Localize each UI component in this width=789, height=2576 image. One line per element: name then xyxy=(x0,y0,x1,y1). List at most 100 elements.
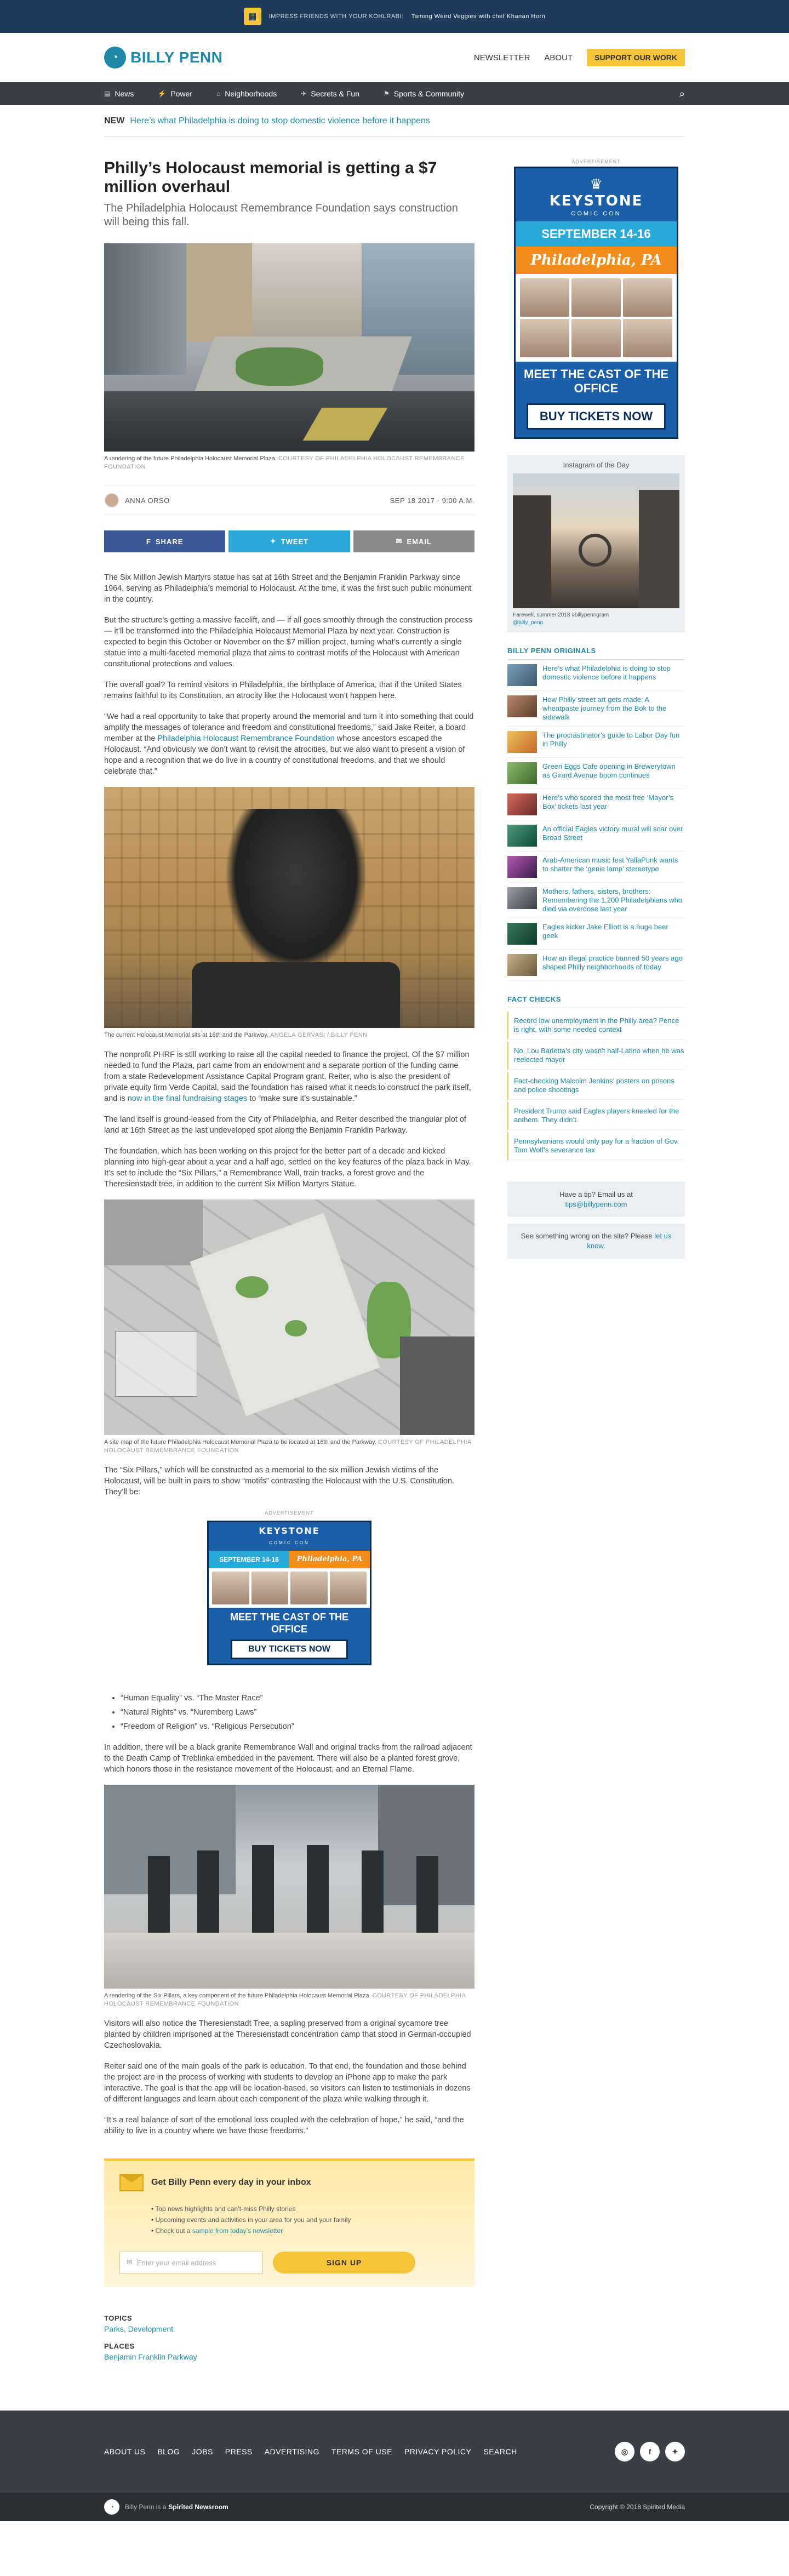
nav-item-sports-community[interactable]: ⚑ Sports & Community xyxy=(384,89,464,98)
hero-image xyxy=(104,243,474,452)
ad-buy-button[interactable]: BUY TICKETS NOW xyxy=(231,1640,348,1659)
fundraising-link[interactable]: now in the final fundraising stages xyxy=(128,1094,247,1103)
nav-item-secrets-fun[interactable]: ✈ Secrets & Fun xyxy=(301,89,359,98)
sign-up-button[interactable]: SIGN UP xyxy=(273,2252,415,2274)
footer-link-blog[interactable]: BLOG xyxy=(157,2447,180,2456)
originals-link[interactable]: An official Eagles victory mural will so… xyxy=(542,825,685,847)
email-placeholder: Enter your email address xyxy=(136,2258,216,2267)
footer-link-terms[interactable]: TERMS OF USE xyxy=(331,2447,392,2456)
phrf-link[interactable]: Philadelphia Holocaust Remembrance Found… xyxy=(158,734,335,743)
newsletter-link[interactable]: NEWSLETTER xyxy=(474,53,530,62)
topics-link[interactable]: Parks, Development xyxy=(104,2324,173,2333)
email-share-button[interactable]: ✉ EMAIL xyxy=(353,530,474,552)
site-map-figure: A site map of the future Philadelphia Ho… xyxy=(104,1200,474,1455)
ad-label: ADVERTISEMENT xyxy=(265,1510,314,1516)
footer-link-press[interactable]: PRESS xyxy=(225,2447,253,2456)
sample-newsletter-link[interactable]: sample from today’s newsletter xyxy=(192,2227,283,2235)
site-logo[interactable]: ◔ BILLY PENN xyxy=(104,47,222,68)
list-item[interactable]: President Trump said Eagles players knee… xyxy=(507,1102,685,1130)
twitter-icon: ✦ xyxy=(270,537,277,545)
footer-link-search[interactable]: SEARCH xyxy=(483,2447,517,2456)
author[interactable]: ANNA ORSO xyxy=(104,493,170,508)
originals-link[interactable]: Green Eggs Cafe opening in Brewerytown a… xyxy=(542,762,685,784)
paragraph: The Six Million Jewish Martyrs statue ha… xyxy=(104,573,472,604)
fact-check-link[interactable]: No, Lou Barletta’s city wasn’t half-Lati… xyxy=(514,1047,684,1064)
list-item[interactable]: Here’s who scored the most free ‘Mayor’s… xyxy=(507,789,685,820)
promo-kicker: IMPRESS FRIENDS WITH YOUR KOHLRABI: xyxy=(268,13,404,20)
article-dek: The Philadelphia Holocaust Remembrance F… xyxy=(104,202,458,228)
list-item[interactable]: An official Eagles victory mural will so… xyxy=(507,820,685,852)
list-item[interactable]: Eagles kicker Jake Elliott is a huge bee… xyxy=(507,918,685,950)
instagram-of-the-day: Instagram of the Day Farewell, summer 20… xyxy=(507,455,685,632)
ad-buy-button[interactable]: BUY TICKETS NOW xyxy=(527,403,666,430)
originals-title: BILLY PENN ORIGINALS xyxy=(507,647,685,660)
about-link[interactable]: ABOUT xyxy=(544,53,573,62)
facebook-icon: f xyxy=(146,537,151,546)
fact-check-link[interactable]: Fact-checking Malcolm Jenkins’ posters o… xyxy=(514,1077,674,1094)
ad-dates: SEPTEMBER 14-16 xyxy=(516,221,677,247)
support-button[interactable]: SUPPORT OUR WORK xyxy=(587,49,685,66)
facebook-share-button[interactable]: f SHARE xyxy=(104,530,226,552)
list-item[interactable]: How Philly street art gets made: A wheat… xyxy=(507,691,685,727)
paragraph: The foundation, which has been working o… xyxy=(104,1147,471,1189)
fact-check-link[interactable]: Record low unemployment in the Philly ar… xyxy=(514,1016,679,1033)
list-item[interactable]: Record low unemployment in the Philly ar… xyxy=(507,1012,685,1039)
instagram-icon[interactable]: ◎ xyxy=(615,2442,634,2461)
originals-link[interactable]: Eagles kicker Jake Elliott is a huge bee… xyxy=(542,923,685,945)
tip-email-link[interactable]: tips@billypenn.com xyxy=(565,1200,627,1208)
fact-check-link[interactable]: Pennsylvanians would only pay for a frac… xyxy=(514,1137,679,1154)
caption-text: A rendering of the Six Pillars, a key co… xyxy=(104,1992,371,1999)
inline-ad[interactable]: ADVERTISEMENT KEYSTONE COMIC CON SEPTEMB… xyxy=(207,1507,371,1665)
list-item[interactable]: No, Lou Barletta’s city wasn’t half-Lati… xyxy=(507,1042,685,1070)
footer-link-about[interactable]: ABOUT US xyxy=(104,2447,145,2456)
instagram-handle-link[interactable]: @billy_penn xyxy=(513,620,543,626)
list-item[interactable]: The procrastinator’s guide to Labor Day … xyxy=(507,727,685,758)
twitter-share-button[interactable]: ✦ TWEET xyxy=(228,530,350,552)
places-link[interactable]: Benjamin Franklin Parkway xyxy=(104,2352,197,2361)
keystone-comic-con-ad[interactable]: KEYSTONE COMIC CON SEPTEMBER 14-16 Phila… xyxy=(207,1521,371,1665)
footer-link-privacy[interactable]: PRIVACY POLICY xyxy=(404,2447,471,2456)
paragraph: The land itself is ground-leased from th… xyxy=(104,1115,466,1135)
list-item[interactable]: Pennsylvanians would only pay for a frac… xyxy=(507,1132,685,1160)
list-item[interactable]: Mothers, fathers, sisters, brothers: Rem… xyxy=(507,883,685,918)
paragraph: Reiter said one of the main goals of the… xyxy=(104,2062,471,2104)
thumbnail xyxy=(507,695,537,717)
billy-penn-logo-icon[interactable]: ◔ xyxy=(104,2499,119,2515)
fact-check-link[interactable]: President Trump said Eagles players knee… xyxy=(514,1107,679,1124)
list-item[interactable]: Green Eggs Cafe opening in Brewerytown a… xyxy=(507,758,685,789)
share-label: TWEET xyxy=(281,537,309,546)
search-icon[interactable]: ⌕ xyxy=(679,88,685,100)
nav-item-news[interactable]: ▤ News xyxy=(104,89,134,98)
sidebar-ad[interactable]: ADVERTISEMENT ♛ KEYSTONE COMIC CON SEPTE… xyxy=(514,159,678,439)
ad-subtitle: COMIC CON xyxy=(269,1540,310,1545)
keystone-comic-con-ad[interactable]: ♛ KEYSTONE COMIC CON SEPTEMBER 14-16 Phi… xyxy=(514,167,678,439)
rocket-icon: ✈ xyxy=(301,90,307,98)
breaking-link[interactable]: Here’s what Philadelphia is doing to sto… xyxy=(130,116,430,126)
twitter-icon[interactable]: ✦ xyxy=(665,2442,685,2461)
author-name: ANNA ORSO xyxy=(125,496,170,505)
footer-link-advertising[interactable]: ADVERTISING xyxy=(265,2447,319,2456)
facebook-icon[interactable]: f xyxy=(640,2442,660,2461)
originals-link[interactable]: Mothers, fathers, sisters, brothers: Rem… xyxy=(542,887,685,913)
fact-checks-title: FACT CHECKS xyxy=(507,995,685,1008)
originals-link[interactable]: How an illegal practice banned 50 years … xyxy=(542,954,685,976)
originals-link[interactable]: How Philly street art gets made: A wheat… xyxy=(542,695,685,722)
list-item[interactable]: How an illegal practice banned 50 years … xyxy=(507,950,685,981)
newsletter-title: Get Billy Penn every day in your inbox xyxy=(151,2178,311,2187)
originals-link[interactable]: Arab-American music fest YallaPunk wants… xyxy=(542,856,685,878)
list-item[interactable]: Arab-American music fest YallaPunk wants… xyxy=(507,852,685,883)
list-item[interactable]: Fact-checking Malcolm Jenkins’ posters o… xyxy=(507,1072,685,1100)
footer-link-jobs[interactable]: JOBS xyxy=(192,2447,213,2456)
originals-link[interactable]: The procrastinator’s guide to Labor Day … xyxy=(542,731,685,753)
originals-link[interactable]: Here’s what Philadelphia is doing to sto… xyxy=(542,664,685,686)
originals-link[interactable]: Here’s who scored the most free ‘Mayor’s… xyxy=(542,793,685,815)
report-error-box: See something wrong on the site? Please … xyxy=(507,1224,685,1259)
promo-link[interactable]: Taming Weird Veggies with chef Khanan Ho… xyxy=(411,13,546,20)
instagram-image[interactable] xyxy=(513,473,679,608)
nav-item-power[interactable]: ⚡ Power xyxy=(158,89,192,98)
email-field[interactable]: ✉ Enter your email address xyxy=(119,2252,263,2274)
list-item[interactable]: Here’s what Philadelphia is doing to sto… xyxy=(507,660,685,691)
nav-item-neighborhoods[interactable]: ⌂ Neighborhoods xyxy=(216,89,277,98)
spirited-newsroom-link[interactable]: Spirited Newsroom xyxy=(168,2503,228,2511)
billy-penn-originals: BILLY PENN ORIGINALS Here’s what Philade… xyxy=(507,647,685,981)
